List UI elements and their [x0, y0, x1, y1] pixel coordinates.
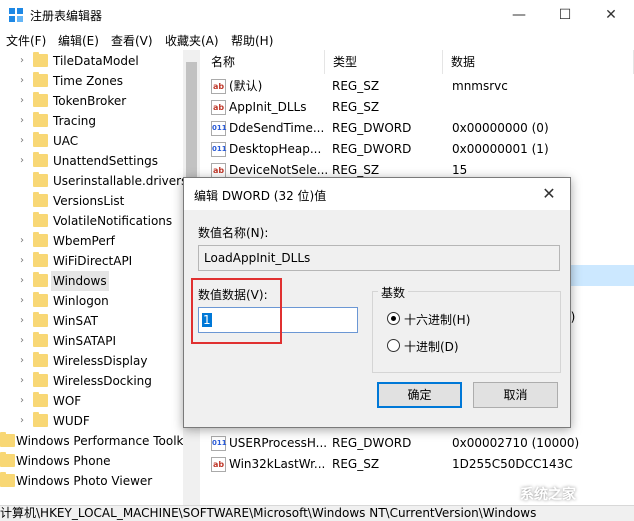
value-name-field: LoadAppInit_DLLs	[198, 245, 560, 271]
folder-icon	[33, 412, 48, 427]
folder-icon	[33, 52, 48, 67]
string-value-icon: ab	[211, 100, 226, 115]
radio-dec-label[interactable]: 十进制(D)	[404, 338, 459, 355]
chevron-right-icon[interactable]: ›	[17, 391, 27, 411]
folder-icon	[33, 212, 48, 227]
highlight-box	[191, 278, 282, 344]
base-groupbox	[372, 291, 561, 373]
dword-value-icon: 011	[211, 436, 227, 451]
folder-icon	[33, 192, 48, 207]
menu-file[interactable]: 文件(F)	[6, 32, 46, 49]
folder-icon	[33, 132, 48, 147]
chevron-right-icon[interactable]: ›	[17, 291, 27, 311]
menu-edit[interactable]: 编辑(E)	[58, 32, 99, 49]
column-header-name[interactable]: 名称	[203, 50, 325, 74]
radio-dec[interactable]	[387, 339, 400, 352]
window-title: 注册表编辑器	[30, 9, 103, 23]
chevron-right-icon[interactable]: ›	[17, 271, 27, 291]
chevron-right-icon[interactable]: ›	[17, 371, 27, 391]
string-value-icon: ab	[211, 163, 226, 178]
chevron-right-icon[interactable]: ›	[17, 91, 27, 111]
radio-hex[interactable]	[387, 312, 400, 325]
ok-button[interactable]: 确定	[377, 382, 462, 408]
folder-icon	[0, 472, 15, 487]
menu-view[interactable]: 查看(V)	[111, 32, 153, 49]
chevron-right-icon[interactable]: ›	[17, 151, 27, 171]
folder-icon	[33, 392, 48, 407]
chevron-right-icon[interactable]: ›	[17, 131, 27, 151]
chevron-right-icon[interactable]: ›	[17, 251, 27, 271]
folder-icon	[33, 72, 48, 87]
chevron-right-icon[interactable]: ›	[17, 51, 27, 71]
folder-icon	[33, 172, 48, 187]
chevron-right-icon[interactable]: ›	[17, 231, 27, 251]
folder-icon	[33, 232, 48, 247]
registry-tree[interactable]: › TileDataModel › Time Zones › TokenBroker …	[0, 50, 200, 505]
close-button[interactable]: ✕	[588, 0, 634, 30]
menu-bar: 文件(F) 编辑(E) 查看(V) 收藏夹(A) 帮助(H)	[0, 30, 634, 50]
list-row[interactable]: ab Win32kLastWr... REG_SZ 1D255C50DCC143…	[203, 454, 634, 475]
chevron-right-icon[interactable]: ›	[17, 411, 27, 431]
dword-value-icon: 011	[211, 142, 227, 157]
base-label: 基数	[378, 284, 409, 301]
string-value-icon: ab	[211, 79, 226, 94]
minimize-button[interactable]: —	[496, 0, 542, 30]
watermark-logo: 系统之家	[520, 487, 576, 503]
folder-icon	[33, 252, 48, 267]
chevron-right-icon[interactable]: ›	[17, 111, 27, 131]
folder-icon	[33, 372, 48, 387]
list-row[interactable]: 011 DdeSendTime... REG_DWORD 0x00000000 …	[203, 118, 634, 139]
menu-favorites[interactable]: 收藏夹(A)	[165, 32, 219, 49]
list-row[interactable]: 011 USERProcessH... REG_DWORD 0x00002710…	[203, 433, 634, 454]
list-row[interactable]: 011 DesktopHeap... REG_DWORD 0x00000001 …	[203, 139, 634, 160]
folder-icon	[33, 152, 48, 167]
status-bar: 计算机\HKEY_LOCAL_MACHINE\SOFTWARE\Microsof…	[0, 505, 634, 521]
dialog-close-button[interactable]: ✕	[534, 182, 564, 206]
dialog-title: 编辑 DWORD (32 位)值	[194, 189, 327, 203]
radio-hex-label[interactable]: 十六进制(H)	[404, 311, 470, 328]
folder-icon	[33, 352, 48, 367]
folder-icon	[33, 92, 48, 107]
value-name-label: 数值名称(N):	[198, 226, 269, 240]
title-bar: 注册表编辑器 — ☐ ✕	[0, 0, 634, 30]
folder-icon	[33, 332, 48, 347]
column-header-type[interactable]: 类型	[325, 50, 443, 74]
dword-value-icon: 011	[211, 121, 227, 136]
chevron-right-icon[interactable]: ›	[17, 311, 27, 331]
folder-icon	[33, 272, 48, 287]
folder-icon	[0, 452, 15, 467]
chevron-right-icon[interactable]: ›	[17, 71, 27, 91]
folder-icon	[33, 292, 48, 307]
string-value-icon: ab	[211, 457, 226, 472]
dialog-title-bar: 编辑 DWORD (32 位)值 ✕	[184, 178, 570, 210]
folder-icon	[33, 312, 48, 327]
maximize-button[interactable]: ☐	[542, 0, 588, 30]
folder-icon	[33, 112, 48, 127]
list-row[interactable]: ab (默认) REG_SZ mnmsrvc	[203, 76, 634, 97]
edit-dword-dialog: 编辑 DWORD (32 位)值 ✕ 数值名称(N): LoadAppInit_…	[183, 177, 571, 428]
column-header-data[interactable]: 数据	[443, 50, 634, 74]
cancel-button[interactable]: 取消	[473, 382, 558, 408]
folder-icon	[0, 432, 15, 447]
menu-help[interactable]: 帮助(H)	[231, 32, 273, 49]
chevron-right-icon[interactable]: ›	[17, 331, 27, 351]
chevron-right-icon[interactable]: ›	[17, 351, 27, 371]
list-row[interactable]: ab AppInit_DLLs REG_SZ	[203, 97, 634, 118]
regedit-app-icon	[9, 8, 23, 22]
